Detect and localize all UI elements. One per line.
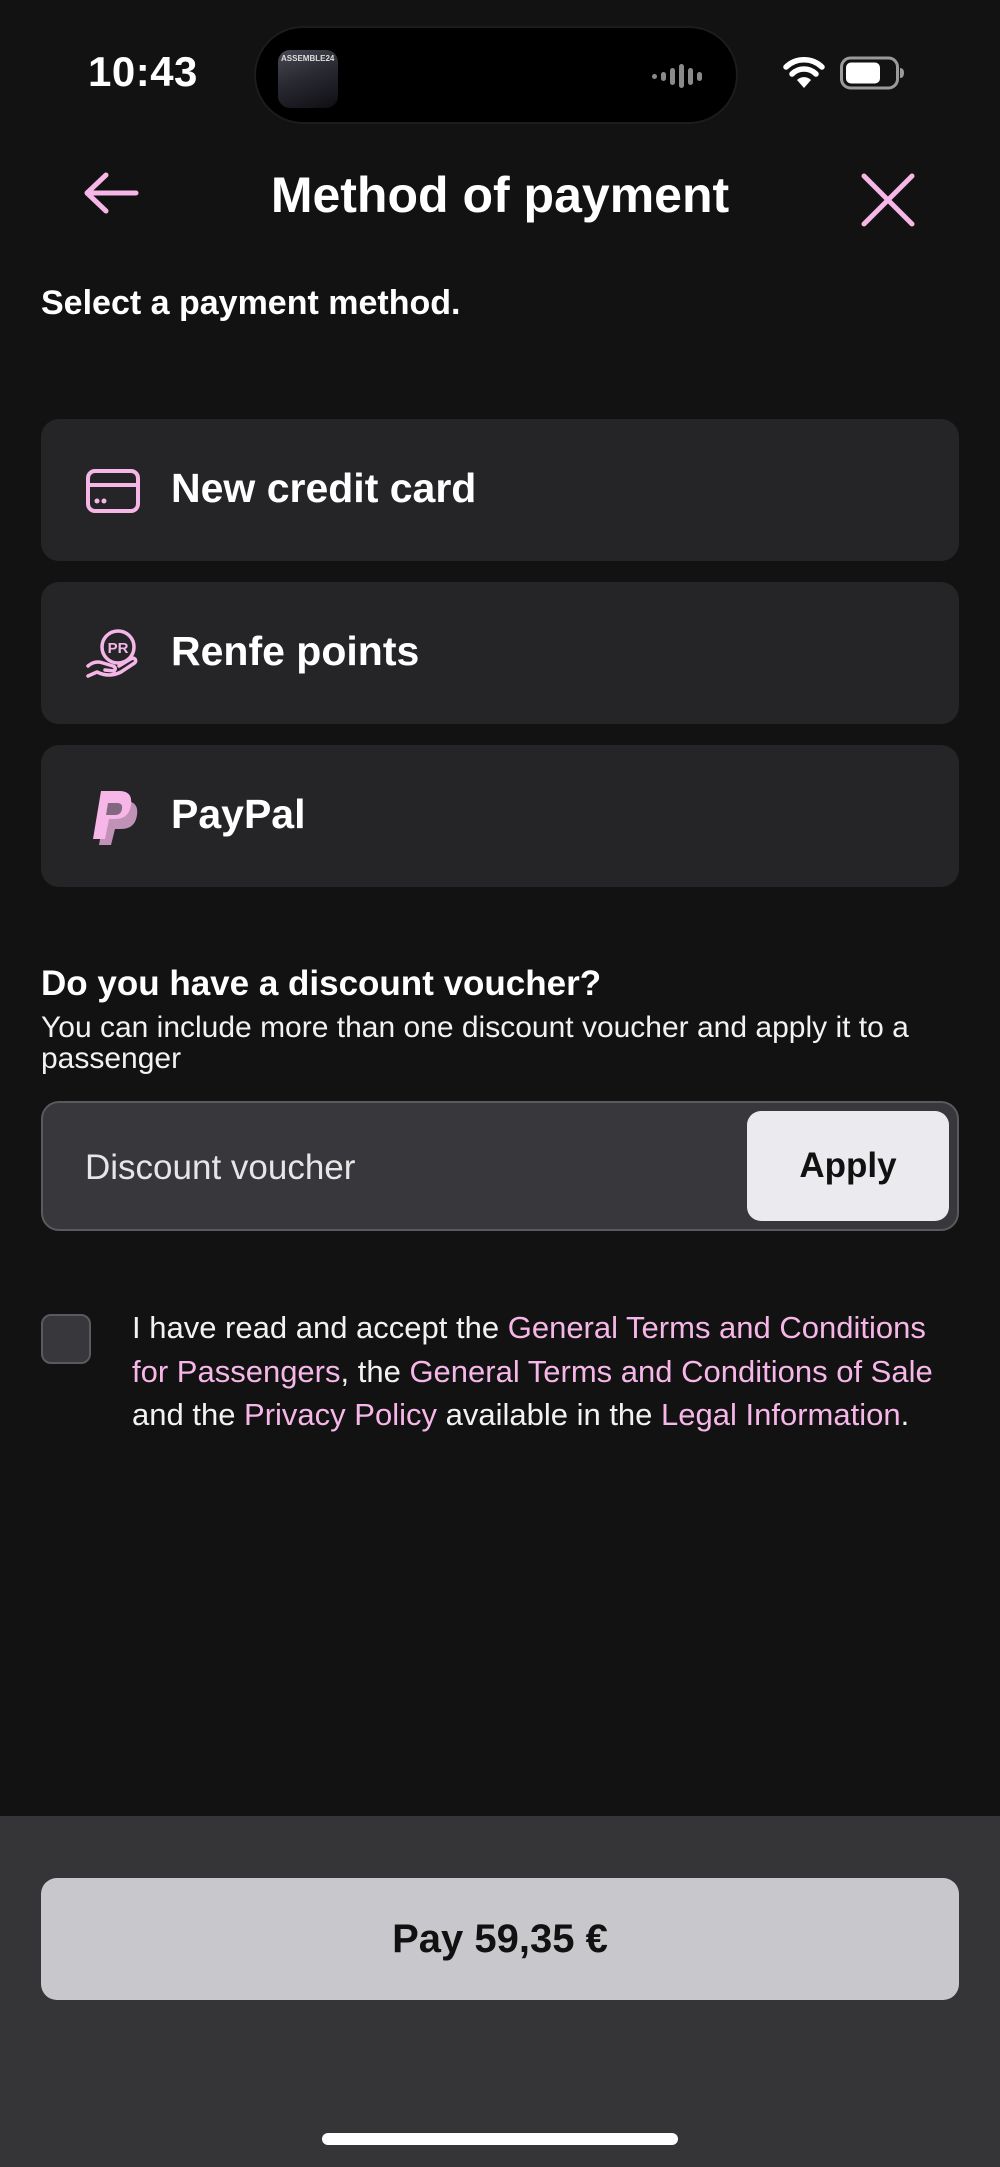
apply-voucher-button[interactable]: Apply	[747, 1111, 949, 1221]
payment-instruction: Select a payment method.	[41, 284, 461, 322]
voucher-heading: Do you have a discount voucher?	[41, 964, 602, 1003]
payment-option-label: Renfe points	[171, 628, 420, 674]
terms-checkbox[interactable]	[41, 1314, 91, 1364]
terms-text-part: and the	[132, 1397, 245, 1432]
payment-option-credit-card[interactable]: New credit card	[41, 419, 959, 561]
close-icon[interactable]	[860, 172, 916, 228]
credit-card-icon	[86, 469, 140, 513]
thumbnail-text: ASSEMBLE24	[281, 54, 335, 63]
payment-screen: 10:43 ASSEMBLE24 Method of payment Selec…	[0, 0, 1000, 2167]
audio-wave-icon	[652, 64, 702, 88]
link-sale-terms[interactable]: General Terms and Conditions of Sale	[409, 1354, 932, 1389]
status-time: 10:43	[88, 48, 198, 95]
voucher-description: You can include more than one discount v…	[41, 1011, 909, 1075]
dynamic-island[interactable]: ASSEMBLE24	[254, 26, 738, 124]
terms-text-part: .	[900, 1397, 910, 1432]
terms-text: I have read and accept the General Terms…	[132, 1306, 952, 1437]
voucher-field-container: Apply	[41, 1101, 959, 1231]
now-playing-thumbnail: ASSEMBLE24	[278, 50, 338, 108]
terms-text-part: , the	[340, 1353, 410, 1389]
voucher-input[interactable]	[83, 1137, 707, 1199]
renfe-points-icon-text: PR	[108, 640, 129, 657]
page-title: Method of payment	[270, 167, 730, 223]
footer: Pay 59,35 €	[0, 1816, 1000, 2167]
payment-option-label: PayPal	[171, 791, 306, 837]
battery-icon	[840, 56, 904, 90]
payment-option-paypal[interactable]: PayPal	[41, 745, 959, 887]
paypal-icon	[93, 791, 138, 845]
renfe-points-icon: PR	[86, 629, 138, 678]
wifi-icon	[783, 57, 825, 88]
terms-text-part: I have read and accept the	[132, 1310, 508, 1345]
home-indicator[interactable]	[322, 2133, 678, 2145]
payment-option-renfe-points[interactable]: PR Renfe points	[41, 582, 959, 724]
payment-option-label: New credit card	[171, 465, 477, 511]
pay-button[interactable]: Pay 59,35 €	[41, 1878, 959, 2000]
link-legal-information[interactable]: Legal Information	[661, 1397, 901, 1432]
back-arrow-icon[interactable]	[82, 170, 140, 216]
terms-text-part: available in the	[436, 1397, 662, 1432]
link-privacy-policy[interactable]: Privacy Policy	[244, 1397, 437, 1432]
